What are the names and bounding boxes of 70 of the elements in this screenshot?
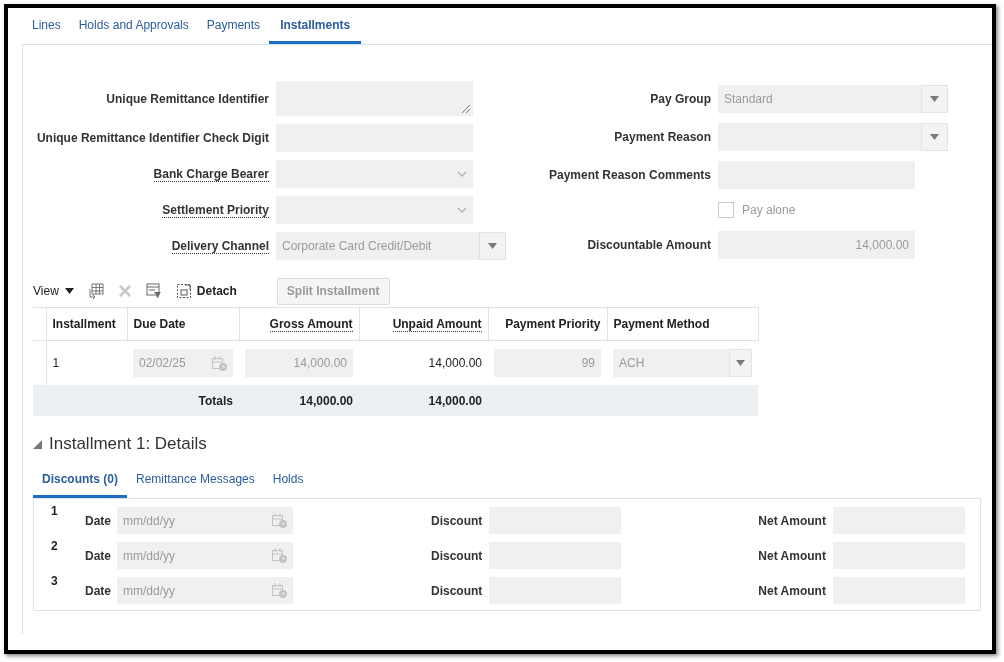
tab[interactable]: Payments — [197, 9, 270, 44]
dropdown-button[interactable] — [729, 349, 752, 377]
triangle-down-icon — [736, 360, 746, 366]
dropdown-field[interactable] — [276, 196, 473, 224]
field-label: Unique Remittance Identifier — [106, 91, 269, 106]
text-area[interactable] — [276, 81, 473, 116]
column-header[interactable]: Payment Method — [613, 317, 710, 331]
triangle-down-icon — [488, 243, 497, 249]
field-label: Settlement Priority — [162, 202, 269, 218]
tab[interactable]: Holds and Approvals — [69, 9, 198, 44]
tab[interactable]: Remittance Messages — [127, 466, 264, 498]
column-header[interactable]: Unpaid Amount — [392, 317, 482, 332]
tab[interactable]: Discounts (0) — [33, 466, 127, 498]
view-menu[interactable]: View — [33, 284, 74, 298]
field-label: Payment Reason — [614, 130, 711, 144]
totals-value: 14,000.00 — [428, 393, 482, 408]
column-header[interactable]: Payment Priority — [505, 317, 601, 331]
checkbox[interactable] — [718, 202, 734, 218]
freeze-button[interactable] — [87, 283, 104, 299]
field-label: Bank Charge Bearer — [153, 166, 269, 182]
field-label: Date — [85, 513, 112, 528]
tab[interactable]: Installments — [269, 9, 362, 44]
calendar-icon — [212, 355, 227, 371]
field-label: Net Amount — [758, 548, 826, 563]
caret-down-icon — [64, 288, 74, 294]
field-label: Discount — [431, 583, 483, 598]
row-number: 2 — [50, 539, 59, 553]
field-label: Discountable Amount — [587, 238, 711, 252]
close-icon — [117, 284, 132, 298]
calendar-icon — [272, 513, 287, 528]
field-label: Payment Reason Comments — [548, 168, 711, 182]
checkbox-label: Pay alone — [742, 203, 796, 217]
filter-button[interactable] — [145, 283, 162, 299]
calendar-icon — [272, 548, 287, 563]
dropdown-button[interactable] — [479, 232, 506, 260]
column-header[interactable]: Gross Amount — [269, 317, 353, 332]
field-label: Pay Group — [650, 92, 711, 106]
totals-value: 14,000.00 — [299, 393, 353, 408]
table-freeze-icon — [87, 283, 104, 299]
triangle-down-icon — [33, 439, 42, 449]
dropdown-field[interactable] — [718, 123, 921, 151]
field-label: Delivery Channel — [171, 238, 269, 254]
field-label: Net Amount — [758, 513, 826, 528]
field-label: Discount — [431, 513, 483, 528]
column-header[interactable]: Installment — [52, 317, 116, 331]
row-number: 3 — [50, 574, 59, 588]
detach-button[interactable]: Detach — [175, 283, 237, 299]
section-title: Installment 1: Details — [49, 434, 207, 454]
field-label: Net Amount — [758, 583, 826, 598]
resize-grip-icon — [461, 104, 471, 114]
calendar-icon — [272, 583, 287, 598]
chevron-down-icon — [457, 171, 467, 177]
dropdown-button[interactable] — [921, 85, 948, 113]
chevron-down-icon — [457, 207, 467, 213]
collapse-toggle[interactable] — [33, 439, 42, 449]
detach-icon — [175, 283, 192, 299]
column-header[interactable]: Due Date — [133, 317, 186, 331]
triangle-down-icon — [930, 134, 939, 140]
field-label: Date — [85, 583, 112, 598]
triangle-down-icon — [930, 96, 939, 102]
field-label: Discount — [431, 548, 483, 563]
field-label: Unique Remittance Identifier Check Digit — [36, 131, 269, 145]
totals-label: Totals — [198, 393, 233, 408]
tab[interactable]: Holds — [263, 466, 313, 498]
tab[interactable]: Lines — [23, 9, 70, 44]
filter-icon — [145, 283, 162, 299]
dropdown-field[interactable] — [276, 160, 473, 188]
dropdown-button[interactable] — [921, 123, 948, 151]
row-number: 1 — [50, 504, 59, 518]
field-label: Date — [85, 548, 112, 563]
